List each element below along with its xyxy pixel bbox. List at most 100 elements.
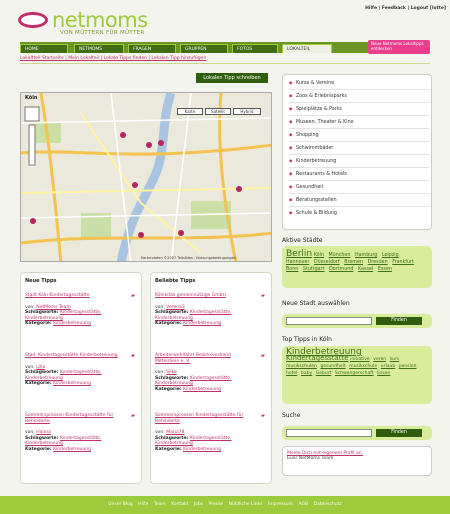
footer-link[interactable]: Nützliche Links — [229, 502, 263, 507]
map-canvas[interactable] — [21, 93, 272, 262]
tab-home[interactable]: HOME — [20, 44, 68, 53]
search-form: Finden — [282, 426, 432, 440]
category-item[interactable]: ◆ Schule & Bildung — [289, 208, 429, 220]
category-item[interactable]: ◆ Kinderbetreuung — [289, 156, 429, 168]
tag-link[interactable]: Essen — [377, 371, 390, 376]
tip-title-link[interactable]: Stad. Kindertagesstätte Kinderbetreuung — [25, 353, 120, 359]
footer-link[interactable]: Kontakt — [171, 502, 188, 507]
map-view-hybrid-button[interactable]: Hybrid — [233, 108, 261, 115]
map-view-karte-button[interactable]: Karte — [177, 108, 203, 115]
tab-lokalteil[interactable]: LOKALTEIL — [282, 44, 332, 53]
active-cities-cloud: Berlin Köln München Hamburg Leipzig Hann… — [282, 246, 432, 288]
tip-category: Kategorie: Kinderbetreuung — [155, 386, 221, 392]
popular-tips-panel: Beliebte Tipps Kölnkitas gemeinnützige G… — [150, 272, 272, 484]
footer-link[interactable]: Hilfe — [138, 502, 148, 507]
city-link[interactable]: Hamburg — [355, 253, 377, 258]
tip-tags: Schlagworte: Kindertagesstätte, Kinderbe… — [155, 310, 232, 321]
tip-title-link[interactable]: Arbeiterwohlfahrt Bezirksverband Mittelr… — [155, 353, 250, 364]
promo-banner[interactable]: Neue Netmoms Lokaltipps entdecken — [368, 40, 430, 54]
tip-title-link[interactable]: Sommersprossen Kindertagesstätte für Beh… — [25, 413, 120, 424]
logo[interactable]: netmoms — [52, 8, 148, 32]
footer: Unser Blog Hilfe Team Kontakt Jobs Press… — [0, 496, 450, 514]
city-link[interactable]: Düsseldorf — [314, 260, 340, 265]
search-input[interactable] — [286, 429, 372, 437]
tab-fragen[interactable]: FRAGEN — [128, 44, 176, 53]
city-link[interactable]: Frankfurt — [392, 260, 414, 265]
footer-links: Unser Blog Hilfe Team Kontakt Jobs Press… — [0, 496, 450, 514]
city-input[interactable] — [286, 317, 372, 325]
city-link[interactable]: Leipzig — [382, 253, 399, 258]
search-button[interactable]: Finden — [376, 429, 422, 437]
city-link[interactable]: Bonn — [286, 267, 298, 272]
footer-link[interactable]: Unser Blog — [108, 502, 133, 507]
new-city-heading: Neue Stadt auswählen — [282, 300, 350, 307]
tag-link[interactable]: Geburt — [316, 371, 332, 376]
map-copyright: Kartendaten ©2007 TeleAtlas - Nutzungsbe… — [141, 256, 236, 260]
map[interactable]: Köln Karte Satellit Hybrid Kartendaten ©… — [20, 92, 272, 262]
category-item[interactable]: ◆ Zoos & Erlebnisparks — [289, 91, 429, 103]
tip-title-link[interactable]: Sommersprossen Kindertagesstätte für Beh… — [155, 413, 250, 424]
category-item[interactable]: ◆ Kurse & Vereine — [289, 78, 429, 90]
category-list: ◆ Kurse & Vereine ◆ Zoos & Erlebnisparks ◆… — [282, 74, 432, 230]
city-link[interactable]: Kassel — [358, 267, 373, 272]
footer-link[interactable]: Datenschutz — [314, 502, 342, 507]
tag-link[interactable]: musikschule — [349, 364, 377, 369]
city-link[interactable]: Bremen — [344, 260, 363, 265]
top-links[interactable]: Hilfe | Feedback | Logout [lotte] — [365, 6, 446, 11]
tip-category: Kategorie: Kinderbetreuung — [25, 446, 91, 452]
tip-title-link[interactable]: Kölnkitas gemeinnützige GmbH — [155, 293, 250, 299]
city-link[interactable]: München — [329, 253, 351, 258]
tip-title-link[interactable]: Stadt Köln Kindertagesstätte — [25, 293, 120, 299]
footer-link[interactable]: Impressum — [268, 502, 293, 507]
category-icon: ◆ — [289, 81, 293, 86]
tag-link[interactable]: initiative — [350, 357, 370, 362]
tab-fotos[interactable]: FOTOS — [232, 44, 278, 53]
city-link-berlin[interactable]: Berlin — [286, 249, 312, 259]
stroller-icon: ▰ — [261, 293, 265, 299]
team-signature: Euer NetMoms Team — [287, 456, 334, 461]
city-link[interactable]: Stuttgart — [303, 267, 325, 272]
tab-netmoms[interactable]: NETMOMS — [74, 44, 124, 53]
category-icon: ◆ — [289, 172, 293, 177]
category-item[interactable]: ◆ Gesundheit — [289, 182, 429, 194]
tab-gruppen[interactable]: GRUPPEN — [180, 44, 228, 53]
map-view-satellit-button[interactable]: Satellit — [205, 108, 231, 115]
city-link[interactable]: Essen — [378, 267, 392, 272]
tag-link[interactable]: Schwangerschaft — [335, 371, 374, 376]
tag-link[interactable]: gesundheit — [320, 364, 345, 369]
tag-link[interactable]: baby — [301, 371, 312, 376]
stroller-icon: ▰ — [131, 413, 135, 419]
footer-link[interactable]: Jobs — [194, 502, 203, 507]
tag-link[interactable]: Kindertagesstätte — [286, 354, 349, 362]
tip-category: Kategorie: Kinderbetreuung — [25, 381, 91, 386]
city-link[interactable]: Dresden — [368, 260, 388, 265]
breadcrumb[interactable]: Lokaltteil Startseite | Mein Lokalteil |… — [20, 56, 430, 61]
city-link[interactable]: Köln — [314, 253, 324, 258]
tag-link[interactable]: urlaub — [381, 364, 395, 369]
top-tips-heading: Top Tipps in Köln — [282, 336, 332, 343]
category-item[interactable]: ◆ Restaurants & Hotels — [289, 169, 429, 181]
tag-link[interactable]: kurs — [390, 357, 400, 362]
category-icon: ◆ — [289, 211, 293, 216]
tip-tags: Schlagworte: Kindertagesstätte, Kinderbe… — [25, 310, 102, 321]
category-item[interactable]: ◆ Schwimmbäder — [289, 143, 429, 155]
footer-link[interactable]: AGB — [298, 502, 308, 507]
tag-link[interactable]: musikschulen — [286, 364, 317, 369]
tag-link[interactable]: hotel — [286, 371, 297, 376]
footer-link[interactable]: Presse — [209, 502, 224, 507]
tip-category: Kategorie: Kinderbetreuung — [155, 321, 221, 326]
category-item[interactable]: ◆ Beratungsstellen — [289, 195, 429, 207]
write-tip-button[interactable]: Lokalen Tipp schreiben — [196, 73, 268, 83]
find-city-button[interactable]: Finden — [376, 317, 422, 325]
map-title: Köln — [25, 95, 38, 101]
category-item[interactable]: ◆ Museen, Theater & Kino — [289, 117, 429, 129]
category-item[interactable]: ◆ Spielplätze & Parks — [289, 104, 429, 116]
tag-link[interactable]: veren — [373, 357, 386, 362]
city-link[interactable]: Dortmund — [329, 267, 353, 272]
list-item: Sommersprossen Kindertagesstätte für Beh… — [155, 413, 269, 471]
tag-link[interactable]: pension — [399, 364, 417, 369]
category-icon: ◆ — [289, 146, 293, 151]
category-item[interactable]: ◆ Shopping — [289, 130, 429, 142]
footer-link[interactable]: Team — [154, 502, 166, 507]
city-link[interactable]: Hannover — [286, 260, 309, 265]
